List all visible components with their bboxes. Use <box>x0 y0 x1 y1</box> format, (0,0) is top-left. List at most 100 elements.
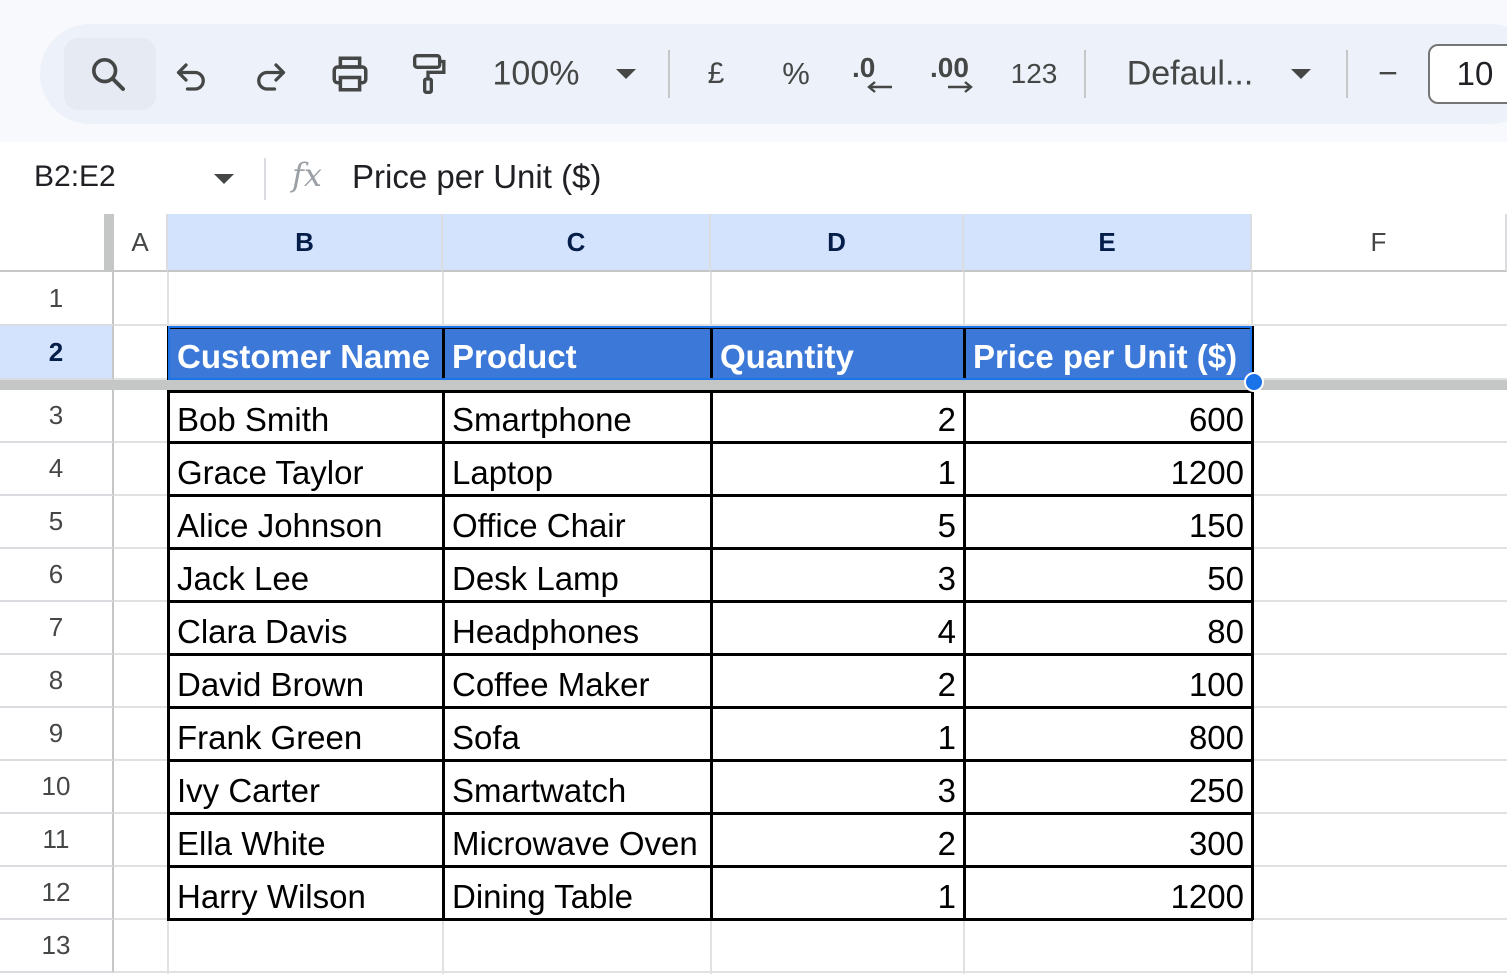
table-cell[interactable]: 50 <box>964 549 1252 602</box>
row-header-8[interactable]: 8 <box>0 655 114 708</box>
select-all-corner[interactable] <box>0 214 114 272</box>
table-cell[interactable]: 4 <box>711 602 964 655</box>
table-cell[interactable]: 100 <box>964 655 1252 708</box>
row-header-5[interactable]: 5 <box>0 496 114 549</box>
table-border <box>167 918 1253 921</box>
table-cell[interactable]: 3 <box>711 761 964 814</box>
table-cell[interactable]: Smartphone <box>443 390 711 443</box>
table-cell[interactable]: 1 <box>711 867 964 920</box>
table-cell[interactable]: 2 <box>711 814 964 867</box>
font-value: Defaul... <box>1126 54 1254 93</box>
formula-bar: B2:E2 fx Price per Unit ($) <box>0 142 1507 214</box>
zoom-dropdown-icon[interactable] <box>615 68 637 80</box>
row-header-12[interactable]: 12 <box>0 867 114 920</box>
table-cell[interactable]: 1200 <box>964 867 1252 920</box>
column-header-c[interactable]: C <box>443 214 711 272</box>
undo-icon[interactable] <box>174 56 210 92</box>
frozen-column-handle[interactable] <box>104 214 114 272</box>
row-header-11[interactable]: 11 <box>0 814 114 867</box>
row-header-6[interactable]: 6 <box>0 549 114 602</box>
row-header-9[interactable]: 9 <box>0 708 114 761</box>
decrease-font-size-button[interactable]: − <box>1378 55 1398 94</box>
row-header-2[interactable]: 2 <box>0 326 114 380</box>
table-cell[interactable]: Grace Taylor <box>168 443 443 496</box>
table-cell[interactable]: Sofa <box>443 708 711 761</box>
table-cell[interactable]: Frank Green <box>168 708 443 761</box>
table-cell[interactable]: 1200 <box>964 443 1252 496</box>
sheet-grid[interactable]: A B C D E F 1 2 3 4 5 6 7 8 9 10 11 12 13 Customer Name Prod… <box>0 214 1507 974</box>
table-cell[interactable]: Harry Wilson <box>168 867 443 920</box>
row-header-10[interactable]: 10 <box>0 761 114 814</box>
table-cell[interactable]: Jack Lee <box>168 549 443 602</box>
table-cell[interactable]: Desk Lamp <box>443 549 711 602</box>
table-cell[interactable]: Microwave Oven <box>443 814 711 867</box>
row-header-7[interactable]: 7 <box>0 602 114 655</box>
font-select[interactable]: Defaul... <box>1127 55 1254 94</box>
table-cell[interactable]: 600 <box>964 390 1252 443</box>
table-cell[interactable]: Smartwatch <box>443 761 711 814</box>
name-box-dropdown-icon[interactable] <box>214 174 234 185</box>
increase-decimal-button[interactable]: .00 <box>930 52 978 96</box>
redo-icon[interactable] <box>252 56 288 92</box>
row-header-13[interactable]: 13 <box>0 920 114 973</box>
table-cell[interactable]: 3 <box>711 549 964 602</box>
formula-bar-divider <box>264 158 266 200</box>
table-cell[interactable]: 5 <box>711 496 964 549</box>
toolbar-divider <box>668 50 670 98</box>
table-cell[interactable]: 300 <box>964 814 1252 867</box>
table-border <box>167 390 1253 393</box>
row-header-1[interactable]: 1 <box>0 272 114 326</box>
table-cell[interactable]: Office Chair <box>443 496 711 549</box>
table-cell[interactable]: Laptop <box>443 443 711 496</box>
table-cell[interactable]: Dining Table <box>443 867 711 920</box>
currency-format-button[interactable]: £ <box>708 57 725 91</box>
name-box[interactable]: B2:E2 <box>34 160 116 194</box>
row-header-3[interactable]: 3 <box>0 390 114 443</box>
table-cell[interactable]: Clara Davis <box>168 602 443 655</box>
arrow-left-icon <box>867 81 892 93</box>
toolbar-divider <box>1346 50 1348 98</box>
table-cell[interactable]: 80 <box>964 602 1252 655</box>
fill-handle[interactable] <box>1244 372 1264 392</box>
gridline-horizontal <box>114 971 1507 973</box>
font-size-input[interactable]: 10 <box>1428 44 1507 104</box>
paint-format-icon[interactable] <box>408 52 448 96</box>
table-cell[interactable]: 250 <box>964 761 1252 814</box>
table-cell[interactable]: David Brown <box>168 655 443 708</box>
print-icon[interactable] <box>329 53 371 95</box>
zoom-value: 100% <box>492 54 580 93</box>
column-header-d[interactable]: D <box>711 214 964 272</box>
table-border <box>167 865 1253 868</box>
table-cell[interactable]: 1 <box>711 443 964 496</box>
table-cell[interactable]: Coffee Maker <box>443 655 711 708</box>
search-icon[interactable] <box>88 54 128 94</box>
table-cell[interactable]: 2 <box>711 390 964 443</box>
column-header-a[interactable]: A <box>114 214 168 272</box>
more-formats-button[interactable]: 123 <box>1011 58 1058 90</box>
column-header-b[interactable]: B <box>168 214 443 272</box>
table-cell[interactable]: Alice Johnson <box>168 496 443 549</box>
table-cell[interactable]: 800 <box>964 708 1252 761</box>
zoom-select[interactable]: 100% <box>493 55 580 94</box>
table-cell[interactable]: Headphones <box>443 602 711 655</box>
column-header-f[interactable]: F <box>1252 214 1507 272</box>
table-cell[interactable]: Ivy Carter <box>168 761 443 814</box>
currency-label: £ <box>707 57 725 90</box>
percent-format-button[interactable]: % <box>782 56 810 92</box>
font-dropdown-icon[interactable] <box>1290 68 1312 80</box>
table-cell[interactable]: Bob Smith <box>168 390 443 443</box>
column-header-e[interactable]: E <box>964 214 1252 272</box>
percent-label: % <box>782 56 810 91</box>
formula-input[interactable]: Price per Unit ($) <box>352 158 601 196</box>
table-cell[interactable]: 150 <box>964 496 1252 549</box>
table-border <box>167 706 1253 709</box>
toolbar: 100% £ % .0 .00 123 Defaul... − 10 <box>40 24 1507 124</box>
table-border <box>167 653 1253 656</box>
table-cell[interactable]: Ella White <box>168 814 443 867</box>
frozen-rows-divider[interactable] <box>0 380 1507 390</box>
decrease-decimal-button[interactable]: .0 <box>852 52 896 96</box>
selection-range[interactable] <box>168 326 1252 380</box>
table-cell[interactable]: 1 <box>711 708 964 761</box>
row-header-4[interactable]: 4 <box>0 443 114 496</box>
table-cell[interactable]: 2 <box>711 655 964 708</box>
